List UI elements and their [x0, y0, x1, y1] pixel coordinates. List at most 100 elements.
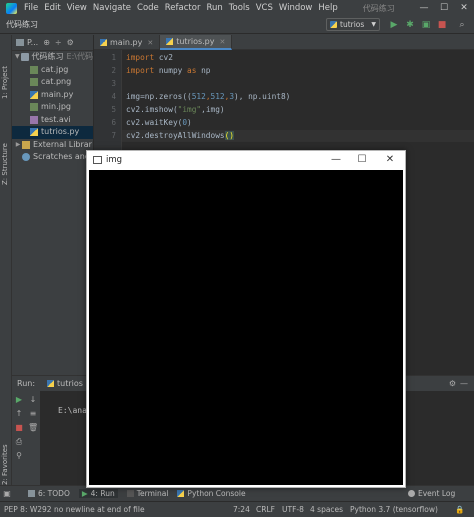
run-tool-tab[interactable]: ▶ 4: Run — [78, 489, 118, 498]
scroll-up-icon[interactable]: ↑ — [14, 409, 24, 419]
caret-position[interactable]: 7:24 — [233, 505, 250, 514]
minimize-icon[interactable]: — — [323, 151, 349, 169]
tree-external-libraries[interactable]: ▶ External Librar — [12, 139, 93, 152]
structure-tool-tab[interactable]: Z: Structure — [1, 125, 11, 185]
python-console-tab[interactable]: Python Console — [177, 489, 246, 498]
project-tool-tab[interactable]: 1: Project — [1, 39, 11, 99]
collapse-icon[interactable]: ÷ — [55, 38, 62, 47]
close-tab-icon[interactable]: ✕ — [147, 39, 153, 47]
python-file-icon — [47, 380, 55, 387]
window-title: 代码练习 — [362, 3, 395, 13]
line-number: 6 — [111, 118, 116, 127]
project-panel-header: P... ⊕ ÷ ⚙ — [12, 35, 93, 51]
tree-file-tutrios-py[interactable]: tutrios.py — [12, 126, 93, 139]
code-line-7: cv2.destroyAllWindows() — [126, 131, 234, 140]
maximize-icon[interactable]: ☐ — [349, 151, 375, 169]
folder-icon — [20, 53, 29, 62]
lock-icon[interactable]: 🔒 — [455, 505, 464, 514]
status-bar: PEP 8: W292 no newline at end of file 7:… — [0, 501, 474, 517]
tab-tutrios-py[interactable]: tutrios.py ✕ — [160, 35, 233, 50]
project-view-select[interactable]: P... — [27, 38, 38, 47]
close-tab-icon[interactable]: ✕ — [220, 38, 226, 46]
tree-scratches[interactable]: Scratches and — [12, 151, 93, 164]
chevron-right-icon: ▶ — [15, 140, 21, 148]
file-name: cat.jpg — [41, 64, 69, 74]
gear-icon[interactable]: ⚙ — [67, 38, 74, 47]
search-icon[interactable]: ⌕ — [456, 19, 468, 31]
file-name: min.jpg — [41, 102, 72, 111]
delete-icon[interactable]: 🗑 — [28, 423, 38, 433]
menu-refactor[interactable]: Refactor — [162, 0, 204, 16]
opencv-image-window[interactable]: img — ☐ ✕ — [86, 150, 406, 488]
tree-file-main-py[interactable]: main.py — [12, 89, 93, 102]
print-icon[interactable]: ⎙ — [14, 437, 24, 447]
gear-icon[interactable]: ⚙ — [449, 379, 456, 388]
tree-file-test-avi[interactable]: test.avi — [12, 114, 93, 127]
code-line-6: cv2.waitKey(0) — [126, 118, 192, 127]
tree-file-cat-jpg[interactable]: cat.jpg — [12, 64, 93, 77]
stop-icon[interactable]: ■ — [14, 423, 24, 433]
opencv-window-titlebar[interactable]: img — ☐ ✕ — [87, 151, 405, 169]
todo-tab[interactable]: 6: TODO — [28, 489, 70, 498]
window-controls: — ☐ ✕ — [414, 0, 474, 16]
menu-navigate[interactable]: Navigate — [90, 0, 134, 16]
event-log-tab-label: Event Log — [418, 489, 456, 498]
stop-icon[interactable]: ■ — [436, 19, 448, 31]
rerun-icon[interactable]: ▶ — [14, 395, 24, 405]
image-file-icon — [30, 78, 38, 87]
menu-code[interactable]: Code — [134, 0, 162, 16]
video-file-icon — [30, 115, 38, 124]
line-separator[interactable]: CRLF — [256, 505, 275, 514]
project-panel: P... ⊕ ÷ ⚙ ▼ 代码练习 E:\代码 cat.jpg cat.png … — [12, 35, 94, 375]
terminal-tab[interactable]: Terminal — [126, 489, 168, 498]
indent-setting[interactable]: 4 spaces — [310, 505, 343, 514]
minimize-icon[interactable]: — — [414, 0, 434, 16]
tab-label: main.py — [110, 38, 143, 47]
locate-icon[interactable]: ⊕ — [43, 38, 50, 47]
file-encoding[interactable]: UTF-8 — [282, 505, 304, 514]
run-panel-label: Run: — [17, 379, 36, 388]
hide-panel-icon[interactable]: — — [460, 379, 468, 388]
run-panel-toolbar: ▶ ↑ ■ ⎙ ⚲ — [12, 391, 26, 486]
close-icon[interactable]: ✕ — [377, 151, 403, 169]
coverage-icon[interactable]: ▣ — [420, 19, 432, 31]
python-file-icon — [100, 39, 107, 46]
debug-icon[interactable]: ✱ — [404, 19, 416, 31]
line-number: 2 — [111, 66, 116, 75]
tree-file-min-jpg[interactable]: min.jpg — [12, 101, 93, 114]
maximize-icon[interactable]: ☐ — [434, 0, 454, 16]
close-icon[interactable]: ✕ — [454, 0, 474, 16]
menu-file[interactable]: File — [21, 0, 41, 16]
panel-toggle-icon[interactable]: ▣ — [0, 489, 14, 498]
event-log-icon — [408, 490, 415, 497]
python-file-icon — [166, 38, 174, 45]
favorites-tool-tab[interactable]: 2: Favorites — [1, 430, 11, 485]
tree-file-cat-png[interactable]: cat.png — [12, 76, 93, 89]
line-number: 4 — [111, 92, 116, 101]
run-tab-label: 4: Run — [90, 489, 115, 498]
menu-edit[interactable]: Edit — [41, 0, 63, 16]
menu-window[interactable]: Window — [276, 0, 316, 16]
code-line-1: import cv2 — [126, 53, 173, 62]
python-file-icon — [30, 128, 38, 137]
menu-help[interactable]: Help — [315, 0, 340, 16]
window-icon — [93, 156, 102, 164]
python-interpreter[interactable]: Python 3.7 (tensorflow) — [350, 505, 438, 514]
arrow-down-icon[interactable]: ↓ — [28, 395, 38, 405]
run-configuration-select[interactable]: tutrios ▼ — [326, 18, 380, 31]
menu-tools[interactable]: Tools — [226, 0, 253, 16]
event-log-tab[interactable]: Event Log — [408, 489, 455, 498]
breadcrumb-project[interactable]: 代码练习 — [6, 19, 38, 30]
menu-run[interactable]: Run — [203, 0, 225, 16]
soft-wrap-icon[interactable]: ≡ — [28, 409, 38, 419]
menu-view[interactable]: View — [64, 0, 90, 16]
python-file-icon — [330, 21, 337, 28]
run-icon: ▶ — [81, 489, 88, 498]
menu-vcs[interactable]: VCS — [253, 0, 276, 16]
run-icon[interactable]: ▶ — [388, 19, 400, 31]
image-file-icon — [30, 103, 38, 112]
status-message[interactable]: PEP 8: W292 no newline at end of file — [4, 505, 145, 514]
tree-root-folder[interactable]: ▼ 代码练习 E:\代码 — [12, 51, 93, 64]
pin-icon[interactable]: ⚲ — [14, 451, 24, 461]
tab-main-py[interactable]: main.py ✕ — [94, 35, 161, 50]
